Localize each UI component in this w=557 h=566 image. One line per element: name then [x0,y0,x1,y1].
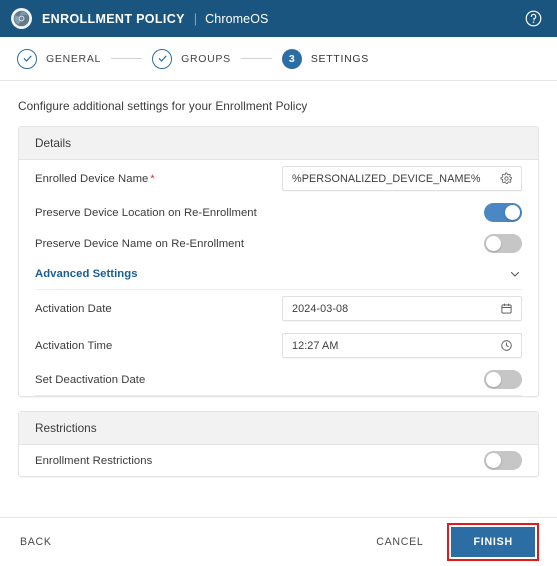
finish-button[interactable]: FINISH [451,527,535,557]
enrollment-policy-wizard: ENROLLMENT POLICY | ChromeOS GENERAL GRO… [0,0,557,566]
advanced-settings-toggle-row[interactable]: Advanced Settings [35,259,522,290]
step-groups[interactable]: GROUPS [152,48,231,69]
label-activation-time: Activation Time [35,339,113,352]
toggle-knob [505,205,520,220]
check-icon [17,48,37,69]
toggle-set-deactivation-date[interactable] [484,370,522,389]
activation-time-value[interactable]: 12:27 AM [292,340,499,352]
app-title: ENROLLMENT POLICY [42,11,185,26]
toggle-enrollment-restrictions[interactable] [484,451,522,470]
label-set-deactivation-date: Set Deactivation Date [35,373,146,386]
details-card-body: Enrolled Device Name * %PERSONALIZED_DEVI… [19,160,538,396]
enrolled-device-name-field[interactable]: %PERSONALIZED_DEVICE_NAME% [282,166,522,191]
label-text: Enrolled Device Name [35,172,149,185]
row-enrollment-restrictions: Enrollment Restrictions [35,445,522,476]
row-preserve-device-location: Preserve Device Location on Re-Enrollmen… [35,197,522,228]
chrome-logo-icon [11,8,32,29]
toggle-preserve-device-location[interactable] [484,203,522,222]
required-asterisk: * [150,172,155,185]
row-activation-time: Activation Time 12:27 AM [35,327,522,364]
toggle-knob [486,236,501,251]
row-enrolled-device-name: Enrolled Device Name * %PERSONALIZED_DEVI… [35,160,522,197]
step-settings[interactable]: 3 SETTINGS [281,48,369,69]
wizard-stepper: GENERAL GROUPS 3 SETTINGS [0,37,557,81]
wizard-content: Configure additional settings for your E… [0,81,557,517]
step-settings-label: SETTINGS [310,52,369,65]
wizard-footer: BACK CANCEL FINISH [0,517,557,566]
label-enrolled-device-name: Enrolled Device Name * [35,173,155,185]
advanced-settings-label: Advanced Settings [35,268,138,280]
details-card: Details Enrolled Device Name * %PERSONALI… [18,126,539,397]
restrictions-card: Restrictions Enrollment Restrictions [18,411,539,477]
label-preserve-device-name: Preserve Device Name on Re-Enrollment [35,237,245,250]
calendar-icon[interactable] [499,301,514,316]
enrolled-device-name-value[interactable]: %PERSONALIZED_DEVICE_NAME% [292,173,499,185]
app-header: ENROLLMENT POLICY | ChromeOS [0,0,557,37]
clock-icon[interactable] [499,338,514,353]
help-circle-icon[interactable] [522,8,544,30]
activation-time-field[interactable]: 12:27 AM [282,333,522,358]
row-preserve-device-name: Preserve Device Name on Re-Enrollment [35,228,522,259]
back-button[interactable]: BACK [18,530,54,554]
step-groups-label: GROUPS [181,52,231,65]
step-general[interactable]: GENERAL [17,48,102,69]
label-enrollment-restrictions: Enrollment Restrictions [35,454,153,467]
details-card-title: Details [19,127,538,160]
toggle-preserve-device-name[interactable] [484,234,522,253]
step-connector-2 [240,58,272,59]
label-activation-date: Activation Date [35,302,112,315]
activation-date-field[interactable]: 2024-03-08 [282,296,522,321]
page-description: Configure additional settings for your E… [18,99,308,113]
cancel-button[interactable]: CANCEL [374,530,425,554]
activation-date-value[interactable]: 2024-03-08 [292,303,499,315]
app-subtitle: ChromeOS [205,11,269,26]
step-general-label: GENERAL [46,52,102,65]
row-set-deactivation-date: Set Deactivation Date [35,364,522,396]
title-separator: | [193,11,198,26]
gear-icon[interactable] [499,171,514,186]
chevron-down-icon[interactable] [508,267,522,281]
toggle-knob [486,372,501,387]
restrictions-card-title: Restrictions [19,412,538,445]
check-icon [152,48,173,69]
restrictions-card-body: Enrollment Restrictions [19,445,538,476]
finish-button-highlight: FINISH [447,523,539,561]
label-preserve-device-location: Preserve Device Location on Re-Enrollmen… [35,206,257,219]
step-connector-1 [111,58,143,59]
toggle-knob [486,453,501,468]
row-activation-date: Activation Date 2024-03-08 [35,290,522,327]
step-number-badge: 3 [281,48,302,69]
